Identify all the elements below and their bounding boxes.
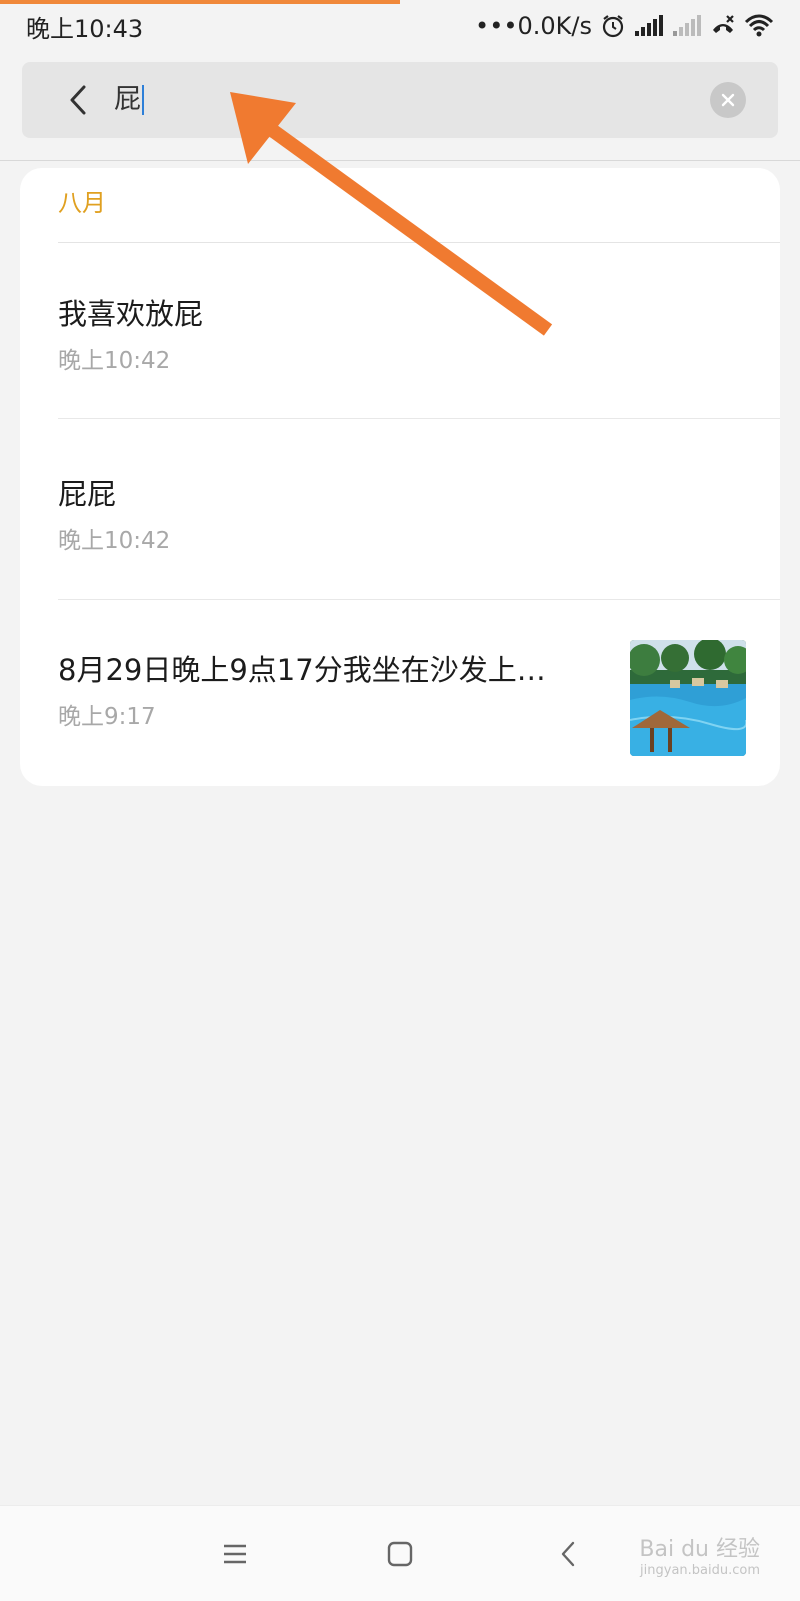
watermark-url: jingyan.baidu.com	[640, 1563, 760, 1578]
chevron-left-icon[interactable]	[62, 82, 96, 118]
home-icon[interactable]	[380, 1534, 420, 1574]
group-label: 八月	[58, 189, 106, 217]
note-title: 8月29日晚上9点17分我坐在沙发上…	[58, 653, 546, 687]
list-item[interactable]: 屁屁 晚上10:42	[20, 419, 780, 599]
status-time: 晚上10:43	[26, 14, 144, 43]
note-time: 晚上10:42	[58, 348, 171, 374]
alarm-icon	[602, 15, 624, 38]
text-caret	[142, 85, 144, 115]
status-bar: 晚上10:43 •••0.0K/s	[0, 0, 800, 52]
navigation-bar: Bai du 经验 jingyan.baidu.com	[0, 1505, 800, 1601]
note-time: 晚上9:17	[58, 704, 156, 730]
wifi-icon	[744, 14, 774, 37]
search-bar: 屁	[22, 62, 778, 138]
watermark: Bai du 经验 jingyan.baidu.com	[639, 1531, 760, 1578]
status-icons: •••0.0K/s	[475, 12, 774, 40]
back-icon[interactable]	[548, 1534, 588, 1574]
network-speed: •••0.0K/s	[475, 12, 592, 40]
signal-weak-icon	[673, 15, 701, 36]
missed-call-icon	[713, 15, 734, 33]
results-card: 八月 我喜欢放屁 晚上10:42 屁屁 晚上10:42 8月29日晚上9点17分…	[20, 168, 780, 786]
watermark-brand: Bai du 经验	[639, 1537, 760, 1562]
signal-icon	[635, 15, 663, 36]
menu-icon[interactable]	[215, 1534, 255, 1574]
pool-photo	[630, 640, 746, 756]
search-query: 屁	[114, 84, 141, 115]
clear-icon[interactable]	[710, 82, 746, 118]
note-title: 屁屁	[58, 477, 117, 511]
header-divider	[0, 160, 800, 161]
note-title: 我喜欢放屁	[58, 297, 204, 331]
search-input[interactable]: 屁	[114, 80, 144, 120]
list-item[interactable]: 我喜欢放屁 晚上10:42	[20, 243, 780, 418]
note-time: 晚上10:42	[58, 528, 171, 554]
